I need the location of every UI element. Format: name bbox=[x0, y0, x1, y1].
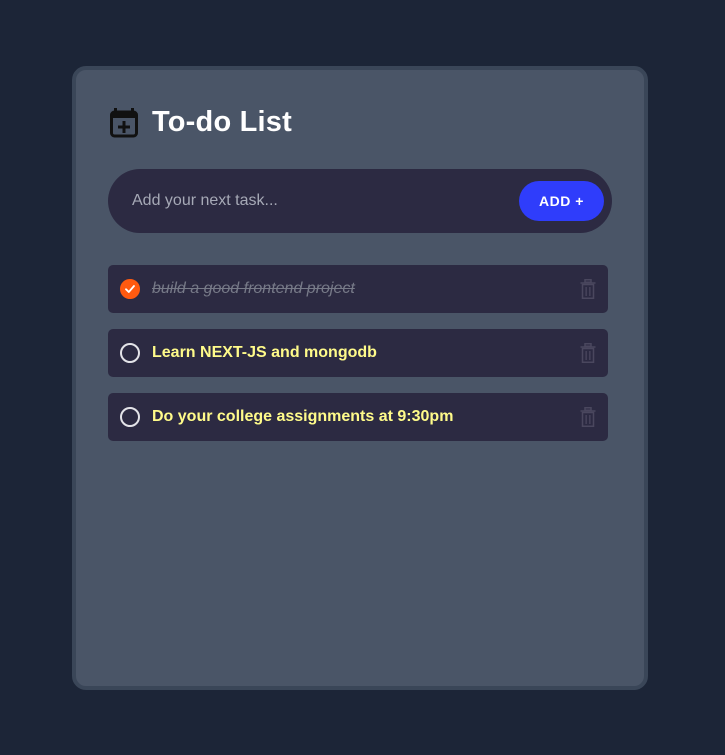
task-list: build a good frontend project Learn NEXT… bbox=[108, 265, 608, 457]
calendar-plus-icon bbox=[110, 107, 138, 138]
page-title: To-do List bbox=[152, 106, 292, 138]
task-text[interactable]: build a good frontend project bbox=[152, 265, 355, 313]
check-circle-icon[interactable] bbox=[120, 279, 140, 299]
task-text[interactable]: Learn NEXT-JS and mongodb bbox=[152, 329, 377, 377]
trash-icon[interactable] bbox=[580, 343, 596, 363]
task-item: build a good frontend project bbox=[108, 265, 608, 313]
task-text[interactable]: Do your college assignments at 9:30pm bbox=[152, 393, 453, 441]
circle-icon[interactable] bbox=[120, 343, 140, 363]
task-item: Do your college assignments at 9:30pm bbox=[108, 393, 608, 441]
trash-icon[interactable] bbox=[580, 279, 596, 299]
trash-icon[interactable] bbox=[580, 407, 596, 427]
todo-card: To-do List ADD + build a good frontend p… bbox=[72, 66, 648, 690]
task-input[interactable] bbox=[132, 169, 512, 233]
circle-icon[interactable] bbox=[120, 407, 140, 427]
task-item: Learn NEXT-JS and mongodb bbox=[108, 329, 608, 377]
add-task-bar: ADD + bbox=[108, 169, 612, 233]
add-button[interactable]: ADD + bbox=[519, 181, 604, 221]
header: To-do List bbox=[110, 106, 292, 139]
